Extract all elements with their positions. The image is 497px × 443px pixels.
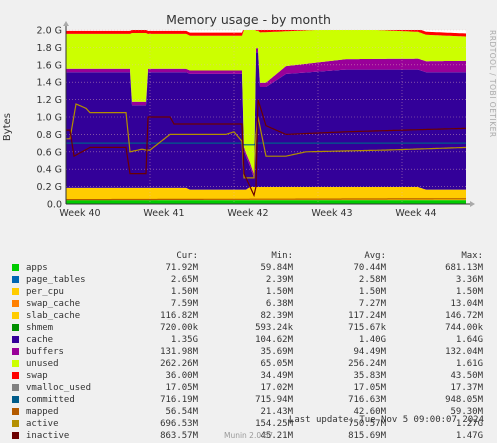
- legend-max-value: 1.61G: [455, 359, 483, 369]
- x-tick-label: Week 43: [311, 208, 352, 219]
- x-tick-label: Week 44: [395, 208, 436, 219]
- legend-swatch: [12, 396, 19, 403]
- legend-min-value: 715.94M: [255, 395, 293, 405]
- legend-label: swap: [26, 371, 48, 381]
- legend-label: apps: [26, 263, 48, 273]
- legend-label: page_tables: [26, 275, 86, 285]
- legend-cur-value: 1.50M: [170, 287, 198, 297]
- legend-swatch: [12, 408, 19, 415]
- legend-min-value: 82.39M: [260, 311, 293, 321]
- legend-min-value: 65.05M: [260, 359, 293, 369]
- y-tick-label: 1.4 G: [37, 78, 63, 89]
- legend-max-value: 13.04M: [450, 299, 483, 309]
- header-max: Max:: [461, 251, 483, 261]
- y-tick-label: 0.6 G: [37, 147, 63, 158]
- legend-avg-value: 1.40G: [358, 335, 386, 345]
- legend-swatch: [12, 288, 19, 295]
- legend-label: shmem: [26, 323, 54, 333]
- legend-swatch: [12, 300, 19, 307]
- legend-avg-value: 7.27M: [358, 299, 386, 309]
- legend-max-value: 1.64G: [455, 335, 483, 345]
- legend-max-value: 681.13M: [445, 263, 483, 273]
- header-cur: Cur:: [176, 251, 198, 261]
- legend-swatch: [12, 276, 19, 283]
- x-tick-label: Week 42: [227, 208, 268, 219]
- legend-label: swap_cache: [26, 299, 81, 309]
- last-update: Last update: Tue Nov 5 09:00:07 2024: [288, 415, 484, 425]
- legend-max-value: 3.36M: [455, 275, 483, 285]
- y-tick-label: 1.8 G: [37, 43, 63, 54]
- legend-cur-value: 36.00M: [165, 371, 198, 381]
- area-slab-cache: [66, 187, 466, 201]
- legend-label: cache: [26, 335, 54, 345]
- memory-area-chart: 0.00.2 G0.4 G0.6 G0.8 G1.0 G1.2 G1.4 G1.…: [37, 21, 475, 219]
- legend-min-value: 34.49M: [260, 371, 293, 381]
- legend-avg-value: 117.24M: [348, 311, 386, 321]
- legend-label: unused: [26, 359, 59, 369]
- legend-label: slab_cache: [26, 311, 81, 321]
- legend-min-value: 1.50M: [265, 287, 293, 297]
- legend-avg-value: 17.05M: [353, 383, 386, 393]
- legend-swatch: [12, 312, 19, 319]
- legend-swatch: [12, 348, 19, 355]
- legend-cur-value: 116.82M: [160, 311, 198, 321]
- legend-max-value: 132.04M: [445, 347, 483, 357]
- legend-cur-value: 720.00k: [160, 323, 198, 333]
- y-tick-label: 1.0 G: [37, 113, 63, 124]
- x-tick-label: Week 41: [143, 208, 184, 219]
- legend-swatch: [12, 336, 19, 343]
- x-axis-arrow: [470, 201, 475, 207]
- legend-cur-value: 1.35G: [170, 335, 198, 345]
- legend-avg-value: 716.63M: [348, 395, 386, 405]
- legend-cur-value: 7.59M: [170, 299, 198, 309]
- legend-cur-value: 262.26M: [160, 359, 198, 369]
- legend-min-value: 2.39M: [265, 275, 293, 285]
- legend-min-value: 35.69M: [260, 347, 293, 357]
- y-tick-label: 2.0 G: [37, 26, 63, 37]
- legend-max-value: 744.00k: [445, 323, 483, 333]
- legend-avg-value: 94.49M: [353, 347, 386, 357]
- munin-version: Munin 2.0.67: [223, 431, 274, 440]
- legend-cur-value: 2.65M: [170, 275, 198, 285]
- legend-swatch: [12, 324, 19, 331]
- x-tick-label: Week 40: [59, 208, 100, 219]
- legend-label: buffers: [26, 347, 64, 357]
- legend-max-value: 43.50M: [450, 371, 483, 381]
- y-tick-label: 0.2 G: [37, 182, 63, 193]
- legend-min-value: 17.02M: [260, 383, 293, 393]
- legend-avg-value: 70.44M: [353, 263, 386, 273]
- legend-max-value: 1.50M: [455, 287, 483, 297]
- legend-label: per_cpu: [26, 287, 64, 297]
- legend-max-value: 17.37M: [450, 383, 483, 393]
- legend-label: committed: [26, 395, 75, 405]
- legend-swatch: [12, 264, 19, 271]
- legend-swatch: [12, 360, 19, 367]
- legend-swatch: [12, 384, 19, 391]
- legend-min-value: 59.84M: [260, 263, 293, 273]
- legend-avg-value: 35.83M: [353, 371, 386, 381]
- legend-max-value: 948.05M: [445, 395, 483, 405]
- y-axis-arrow: [63, 21, 69, 26]
- legend-avg-value: 715.67k: [348, 323, 386, 333]
- header-avg: Avg:: [364, 251, 386, 261]
- legend-avg-value: 1.50M: [358, 287, 386, 297]
- legend-max-value: 146.72M: [445, 311, 483, 321]
- y-tick-label: 1.2 G: [37, 95, 63, 106]
- legend-label: vmalloc_used: [26, 383, 92, 393]
- y-tick-label: 0.8 G: [37, 130, 63, 141]
- area-apps: [66, 200, 466, 204]
- legend-cur-value: 716.19M: [160, 395, 198, 405]
- legend-cur-value: 17.05M: [165, 383, 198, 393]
- legend-avg-value: 2.58M: [358, 275, 386, 285]
- legend-min-value: 104.62M: [255, 335, 293, 345]
- y-tick-label: 0.4 G: [37, 165, 63, 176]
- y-tick-label: 1.6 G: [37, 60, 63, 71]
- header-min: Min:: [271, 251, 293, 261]
- legend-cur-value: 71.92M: [165, 263, 198, 273]
- legend-min-value: 593.24k: [255, 323, 293, 333]
- legend-min-value: 6.38M: [265, 299, 293, 309]
- legend-cur-value: 131.98M: [160, 347, 198, 357]
- legend-swatch: [12, 372, 19, 379]
- legend-avg-value: 256.24M: [348, 359, 386, 369]
